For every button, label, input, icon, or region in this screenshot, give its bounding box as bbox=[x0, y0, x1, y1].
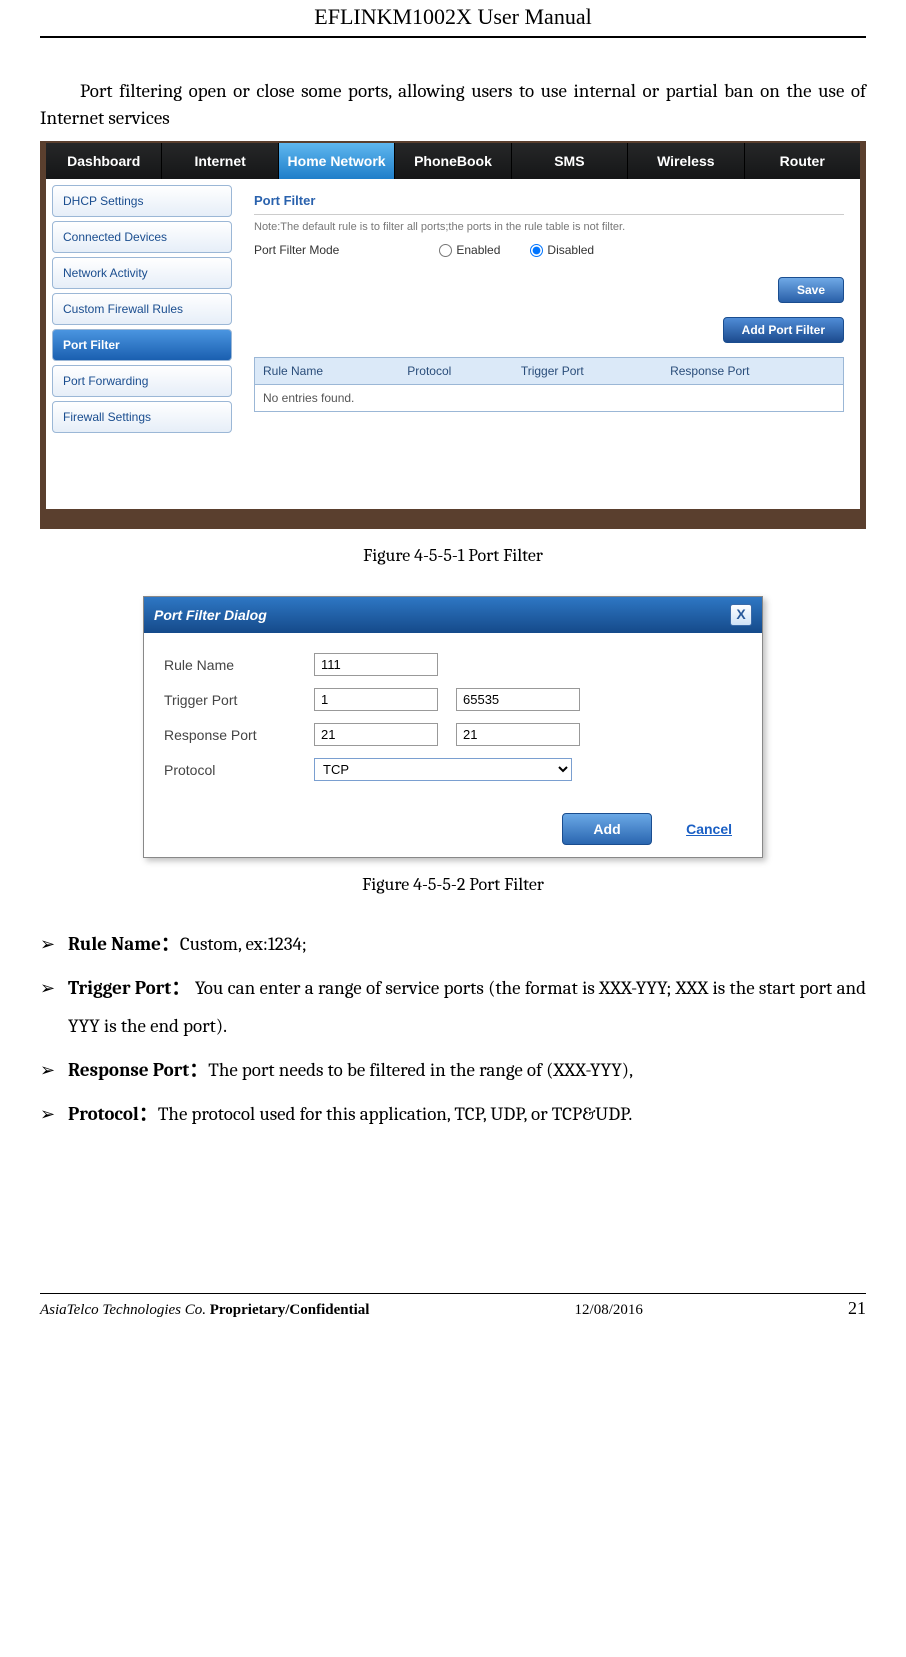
page-footer: AsiaTelco Technologies Co. Proprietary/C… bbox=[40, 1293, 866, 1319]
port-filter-dialog: Port Filter Dialog X Rule Name Trigger P… bbox=[143, 596, 763, 858]
sidebar-item-dhcp[interactable]: DHCP Settings bbox=[52, 185, 232, 217]
response-port-label: Response Port bbox=[164, 727, 314, 743]
figure-caption-1: Figure 4-5-5-1 Port Filter bbox=[40, 545, 866, 566]
radio-disabled[interactable]: Disabled bbox=[530, 243, 594, 257]
bullet-icon: ➢ bbox=[40, 1051, 68, 1089]
panel-title: Port Filter bbox=[254, 187, 844, 215]
rules-table: Rule Name Protocol Trigger Port Response… bbox=[254, 357, 844, 412]
tab-phonebook[interactable]: PhoneBook bbox=[395, 143, 511, 179]
radio-enabled[interactable]: Enabled bbox=[439, 243, 500, 257]
trigger-port-from-input[interactable] bbox=[314, 688, 438, 711]
tab-wireless[interactable]: Wireless bbox=[628, 143, 744, 179]
def-trigger-port: Trigger Port： You can enter a range of s… bbox=[68, 969, 866, 1045]
def-protocol: Protocol：The protocol used for this appl… bbox=[68, 1095, 866, 1133]
radio-disabled-label: Disabled bbox=[547, 243, 594, 257]
top-nav: Dashboard Internet Home Network PhoneBoo… bbox=[46, 143, 860, 179]
col-response-port: Response Port bbox=[662, 358, 843, 385]
footer-confidential: Proprietary/Confidential bbox=[210, 1302, 370, 1318]
col-protocol: Protocol bbox=[399, 358, 513, 385]
doc-title-rest: User Manual bbox=[472, 4, 592, 29]
intro-text: Port filtering open or close some ports,… bbox=[40, 80, 866, 129]
bullet-icon: ➢ bbox=[40, 1095, 68, 1133]
sidebar-item-firewall-rules[interactable]: Custom Firewall Rules bbox=[52, 293, 232, 325]
sidebar: DHCP Settings Connected Devices Network … bbox=[46, 179, 238, 509]
sidebar-item-network-activity[interactable]: Network Activity bbox=[52, 257, 232, 289]
tab-internet[interactable]: Internet bbox=[162, 143, 278, 179]
radio-disabled-input[interactable] bbox=[530, 244, 543, 257]
mode-label: Port Filter Mode bbox=[254, 243, 339, 257]
document-header: EFLINKM1002X User Manual bbox=[40, 0, 866, 38]
table-empty-msg: No entries found. bbox=[255, 385, 844, 412]
figure-caption-2: Figure 4-5-5-2 Port Filter bbox=[40, 874, 866, 895]
footer-date: 12/08/2016 bbox=[575, 1302, 643, 1319]
tab-dashboard[interactable]: Dashboard bbox=[46, 143, 162, 179]
tab-home-network[interactable]: Home Network bbox=[279, 143, 395, 179]
add-port-filter-button[interactable]: Add Port Filter bbox=[723, 317, 844, 343]
trigger-port-label: Trigger Port bbox=[164, 692, 314, 708]
col-trigger-port: Trigger Port bbox=[513, 358, 662, 385]
sidebar-item-port-filter[interactable]: Port Filter bbox=[52, 329, 232, 361]
screenshot-port-filter: Dashboard Internet Home Network PhoneBoo… bbox=[40, 141, 866, 529]
def-rule-name: Rule Name：Custom, ex:1234; bbox=[68, 925, 866, 963]
intro-paragraph: Port filtering open or close some ports,… bbox=[40, 78, 866, 131]
rule-name-label: Rule Name bbox=[164, 657, 314, 673]
main-panel: Port Filter Note:The default rule is to … bbox=[238, 179, 860, 509]
radio-enabled-input[interactable] bbox=[439, 244, 452, 257]
dialog-cancel-link[interactable]: Cancel bbox=[686, 821, 732, 837]
trigger-port-to-input[interactable] bbox=[456, 688, 580, 711]
response-port-to-input[interactable] bbox=[456, 723, 580, 746]
sidebar-item-connected[interactable]: Connected Devices bbox=[52, 221, 232, 253]
protocol-select[interactable]: TCP bbox=[314, 758, 572, 781]
bullet-icon: ➢ bbox=[40, 969, 68, 1045]
tab-sms[interactable]: SMS bbox=[512, 143, 628, 179]
radio-enabled-label: Enabled bbox=[456, 243, 500, 257]
bullet-icon: ➢ bbox=[40, 925, 68, 963]
protocol-label: Protocol bbox=[164, 762, 314, 778]
footer-company: AsiaTelco Technologies Co. bbox=[40, 1302, 210, 1318]
col-rule-name: Rule Name bbox=[255, 358, 400, 385]
response-port-from-input[interactable] bbox=[314, 723, 438, 746]
dialog-add-button[interactable]: Add bbox=[562, 813, 651, 845]
panel-note: Note:The default rule is to filter all p… bbox=[254, 221, 844, 233]
def-response-port: Response Port：The port needs to be filte… bbox=[68, 1051, 866, 1089]
sidebar-item-firewall-settings[interactable]: Firewall Settings bbox=[52, 401, 232, 433]
tab-router[interactable]: Router bbox=[745, 143, 860, 179]
dialog-title-text: Port Filter Dialog bbox=[154, 607, 267, 623]
rule-name-input[interactable] bbox=[314, 653, 438, 676]
sidebar-item-port-forwarding[interactable]: Port Forwarding bbox=[52, 365, 232, 397]
footer-page-number: 21 bbox=[848, 1298, 866, 1319]
save-button[interactable]: Save bbox=[778, 277, 844, 303]
close-icon[interactable]: X bbox=[730, 604, 752, 626]
model-code: EFLINKM1002X bbox=[314, 4, 472, 29]
